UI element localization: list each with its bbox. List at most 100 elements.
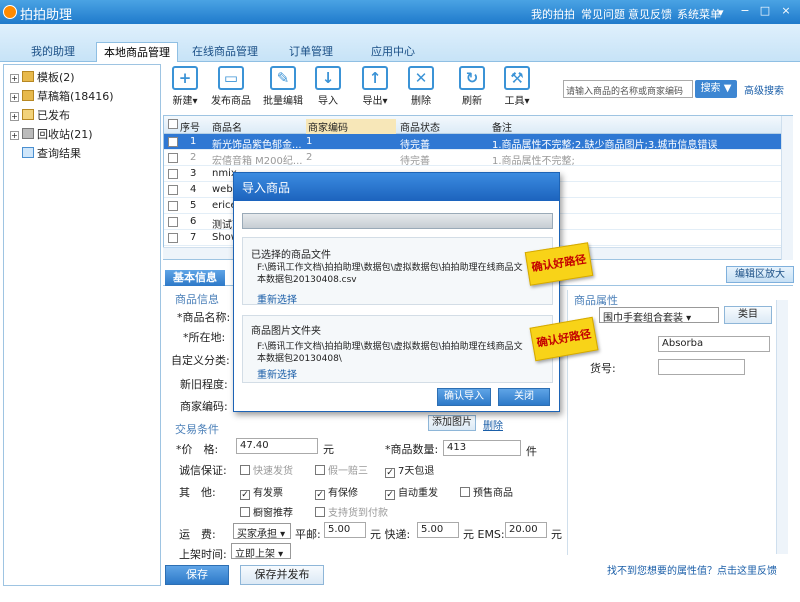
checkbox-icon[interactable]: ✓ xyxy=(315,490,325,500)
dialog-close-button[interactable]: 关闭 xyxy=(498,388,550,406)
delete-button[interactable]: ✕ 删除 xyxy=(401,66,441,107)
table-vertical-scrollbar[interactable] xyxy=(781,116,793,260)
advanced-search-link[interactable]: 高级搜索 xyxy=(744,82,784,97)
row-checkbox[interactable] xyxy=(168,137,178,147)
express-input[interactable]: 5.00 xyxy=(417,522,459,538)
cell-no: 1 xyxy=(190,136,197,147)
image-folder-panel: 商品图片文件夹 F:\腾讯工作文档\拍拍助理\数据包\虚拟数据包\拍拍助理在线商… xyxy=(242,315,553,383)
row-checkbox[interactable] xyxy=(168,233,178,243)
quantity-unit: 件 xyxy=(526,445,537,458)
cell-no: 3 xyxy=(190,168,197,179)
brand-input[interactable]: Absorba xyxy=(658,336,770,352)
refresh-button[interactable]: ↻ 刷新 xyxy=(452,66,492,107)
menu-faq[interactable]: 常见问题 xyxy=(581,6,625,22)
table-row[interactable]: 2 宏僖音箱 M200纪... 2 待完善 1.商品属性不完整; xyxy=(164,150,792,167)
tree-item-recycle-bin[interactable]: + 回收站(21) xyxy=(4,125,160,144)
row-checkbox[interactable] xyxy=(168,185,178,195)
col-note[interactable]: 备注 xyxy=(492,119,512,134)
checkbox-option[interactable]: ✓ 有保修 xyxy=(315,484,358,500)
save-button[interactable]: 保存(Ctrl+S) xyxy=(165,565,229,599)
checkbox-option[interactable]: 橱窗推荐 xyxy=(240,504,293,519)
checkbox-option[interactable]: ✓ 7天包退 xyxy=(385,462,434,478)
select-all-checkbox[interactable] xyxy=(168,119,178,129)
import-goods-dialog: 导入商品 已选择的商品文件 F:\腾讯工作文档\拍拍助理\数据包\虚拟数据包\拍… xyxy=(233,172,560,412)
price-label: *价 格: xyxy=(176,443,219,456)
new-button[interactable]: + 新建▾ xyxy=(165,66,205,107)
properties-scrollbar[interactable] xyxy=(776,300,788,554)
close-button[interactable]: × xyxy=(777,3,795,19)
tree-item-drafts[interactable]: + 草稿箱(18416) xyxy=(4,87,160,106)
checkbox-icon[interactable]: ✓ xyxy=(385,468,395,478)
checkbox-option[interactable]: ✓ 有发票 xyxy=(240,484,283,500)
article-number-label: 货号: xyxy=(590,362,616,375)
category-select[interactable]: 围巾手套组合套装 ▾ xyxy=(599,307,719,324)
checkbox-icon[interactable] xyxy=(460,487,470,497)
surface-mail-label: 平邮: xyxy=(295,528,321,541)
surface-mail-input[interactable]: 5.00 xyxy=(324,522,366,538)
col-status[interactable]: 商品状态 xyxy=(400,119,440,134)
delete-image-link[interactable]: 删除 xyxy=(483,417,503,432)
col-no[interactable]: 序号 xyxy=(180,119,200,134)
checkbox-icon[interactable]: ✓ xyxy=(385,490,395,500)
expand-icon[interactable]: + xyxy=(10,93,19,102)
minimize-button[interactable]: − xyxy=(736,3,754,19)
search-input[interactable]: 请输入商品的名称或商家编码 xyxy=(563,80,693,98)
import-button[interactable]: ↓ 导入 xyxy=(308,66,348,107)
reselect-folder-link[interactable]: 重新选择 xyxy=(257,366,297,381)
shipping-select[interactable]: 买家承担 ▾ xyxy=(233,523,291,540)
menu-feedback[interactable]: 意见反馈 xyxy=(628,6,672,22)
system-menu-arrow-icon[interactable]: ▾ xyxy=(718,6,724,19)
price-input[interactable]: 47.40 xyxy=(236,438,318,454)
expand-icon[interactable]: + xyxy=(10,112,19,121)
confirm-import-button[interactable]: 确认导入 xyxy=(437,388,491,406)
row-checkbox[interactable] xyxy=(168,169,178,179)
expand-icon[interactable]: + xyxy=(10,131,19,140)
save-and-publish-button[interactable]: 保存并发布 xyxy=(240,565,324,585)
expand-icon[interactable]: + xyxy=(10,74,19,83)
tab-my-assistant[interactable]: 我的助理 xyxy=(20,42,86,62)
tree-item-query-results[interactable]: 查询结果 xyxy=(4,144,160,163)
edit-expand-button[interactable]: 编辑区放大 xyxy=(726,266,794,283)
search-button[interactable]: 搜索 ▼ xyxy=(695,80,737,98)
row-checkbox[interactable] xyxy=(168,153,178,163)
checkbox-option[interactable]: 预售商品 xyxy=(460,484,513,499)
goods-file-label: 已选择的商品文件 xyxy=(251,250,331,261)
tools-button[interactable]: ⚒ 工具▾ xyxy=(497,66,537,107)
category-button[interactable]: 类目 xyxy=(724,306,772,324)
location-label: *所在地: xyxy=(183,331,226,344)
tab-basic-info[interactable]: 基本信息 xyxy=(165,270,225,286)
table-row[interactable]: 1 新光饰品紫色郁金... 1 待完善 1.商品属性不完整;2.缺少商品图片;3.城市信… xyxy=(164,134,792,151)
checkbox-option[interactable]: ✓ 自动重发 xyxy=(385,484,438,500)
checkbox-icon[interactable] xyxy=(240,507,250,517)
property-feedback-link[interactable]: 找不到您想要的属性值？点击这里反馈 xyxy=(607,562,777,577)
tree-item-templates[interactable]: + 模板(2) xyxy=(4,68,160,87)
tab-online-goods[interactable]: 在线商品管理 xyxy=(186,42,264,62)
tab-orders[interactable]: 订单管理 xyxy=(278,42,344,62)
add-image-button[interactable]: 添加图片 xyxy=(428,415,476,431)
tree-item-published[interactable]: + 已发布 xyxy=(4,106,160,125)
publish-button[interactable]: ▭ 发布商品 xyxy=(209,66,253,107)
tab-local-goods[interactable]: 本地商品管理 xyxy=(96,42,178,62)
edit-icon: ✎ xyxy=(270,66,296,90)
shipping-label: 运 费: xyxy=(179,528,216,541)
guarantee-label: 诚信保证: xyxy=(179,464,227,477)
menu-system[interactable]: 系统菜单 xyxy=(677,6,721,22)
row-checkbox[interactable] xyxy=(168,217,178,227)
other-options: ✓ 有发票 ✓ 有保修 ✓ 自动重发 预售商品 xyxy=(240,484,560,500)
reselect-file-link[interactable]: 重新选择 xyxy=(257,291,297,306)
menu-my-paipai[interactable]: 我的拍拍 xyxy=(531,6,575,22)
article-number-input[interactable] xyxy=(658,359,745,375)
maximize-button[interactable]: □ xyxy=(756,3,774,19)
quantity-input[interactable]: 413 xyxy=(443,440,521,456)
col-name[interactable]: 商品名 xyxy=(212,119,242,134)
export-button[interactable]: ↑ 导出▾ xyxy=(355,66,395,107)
col-code[interactable]: 商家编码 xyxy=(306,119,396,134)
checkbox-icon[interactable]: ✓ xyxy=(240,490,250,500)
tab-app-center[interactable]: 应用中心 xyxy=(360,42,426,62)
ems-input[interactable]: 20.00 xyxy=(505,522,547,538)
folder-icon xyxy=(22,109,34,120)
goods-file-panel: 已选择的商品文件 F:\腾讯工作文档\拍拍助理\数据包\虚拟数据包\拍拍助理在线… xyxy=(242,237,553,306)
batch-edit-button[interactable]: ✎ 批量编辑 xyxy=(261,66,305,107)
list-time-select[interactable]: 立即上架 ▾ xyxy=(231,543,291,560)
row-checkbox[interactable] xyxy=(168,201,178,211)
